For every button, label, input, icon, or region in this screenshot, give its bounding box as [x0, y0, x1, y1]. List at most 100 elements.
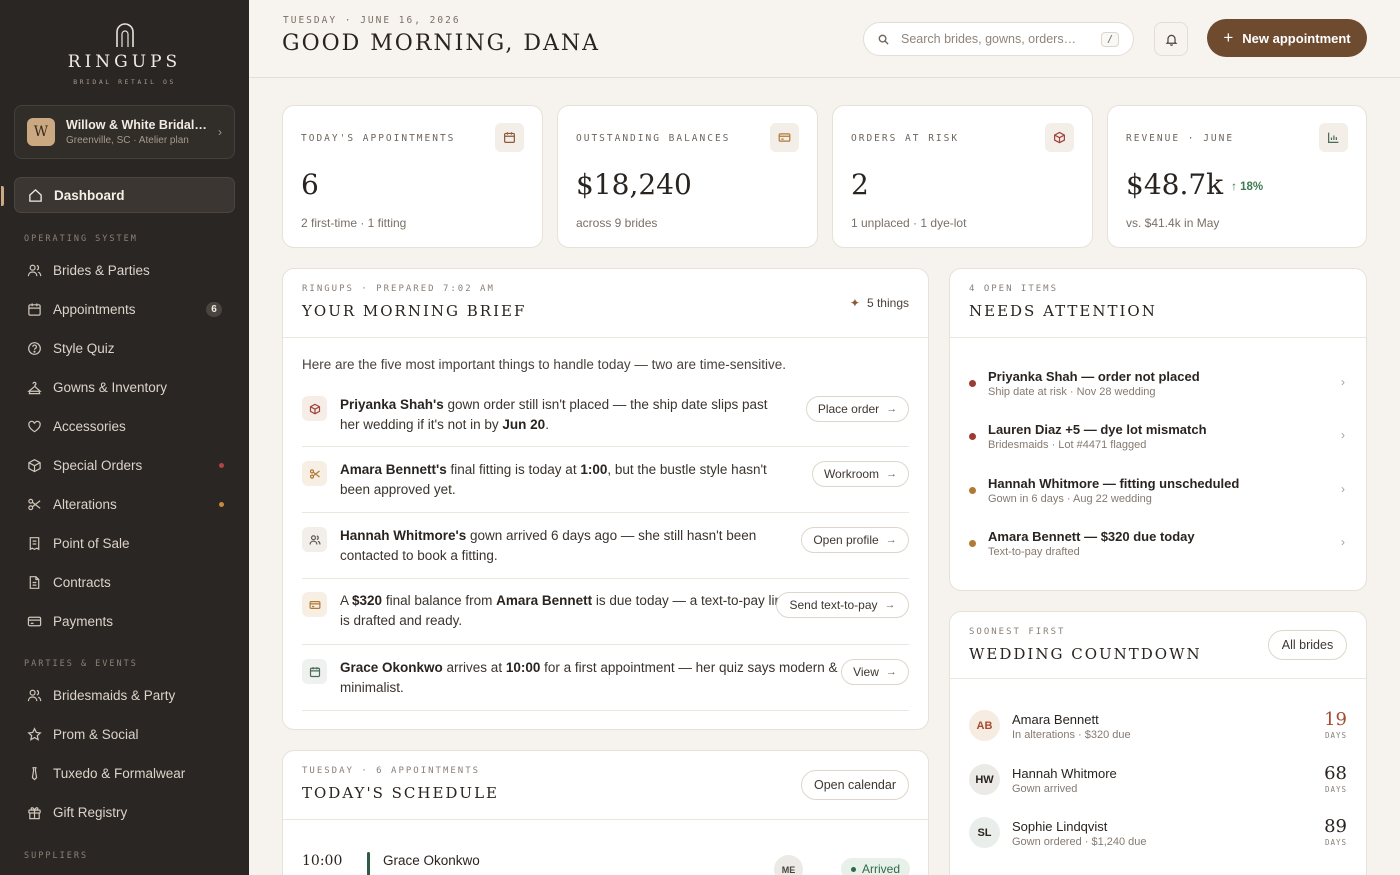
- stat-value: $18,240: [576, 168, 692, 201]
- appointments-count-badge: 6: [206, 302, 222, 317]
- star-icon: [26, 726, 42, 742]
- search-input[interactable]: Search brides, gowns, orders… /: [863, 22, 1134, 56]
- brief-item: Amara Bennett's final fitting is today a…: [302, 461, 909, 513]
- sidebar-item-label: Bridesmaids & Party: [53, 687, 176, 703]
- days-count: 89: [1324, 816, 1347, 837]
- calendar-icon: [302, 659, 327, 684]
- chart-icon: [1319, 123, 1348, 152]
- brief-item-text: Hannah Whitmore's gown arrived 6 days ag…: [340, 528, 757, 563]
- stat-label: REVENUE · JUNE: [1126, 133, 1235, 144]
- days-remaining: 68 DAYS: [1324, 764, 1347, 795]
- sidebar-item-label: Style Quiz: [53, 340, 115, 356]
- users-icon: [26, 687, 42, 703]
- sidebar-item-pos[interactable]: Point of Sale: [26, 529, 226, 557]
- stat-subtext: vs. $41.4k in May: [1126, 216, 1220, 230]
- brand-tagline: BRIDAL RETAIL OS: [73, 78, 176, 86]
- divider: [283, 337, 928, 338]
- box-icon: [26, 457, 42, 473]
- view-button[interactable]: View →: [841, 659, 909, 685]
- brief-item: Priyanka Shah's gown order still isn't p…: [302, 396, 909, 447]
- attention-item-title: Hannah Whitmore — fitting unscheduled: [988, 476, 1240, 491]
- sidebar-item-label: Tuxedo & Formalwear: [53, 765, 186, 781]
- place-order-button[interactable]: Place order →: [806, 396, 909, 422]
- nav-section-suppliers: SUPPLIERS: [24, 851, 89, 861]
- schedule-kicker: TUESDAY · 6 APPOINTMENTS: [302, 766, 481, 776]
- sidebar-item-bridesmaids[interactable]: Bridesmaids & Party: [26, 681, 226, 709]
- countdown-kicker: SOONEST FIRST: [969, 627, 1066, 637]
- sidebar-item-contracts[interactable]: Contracts: [26, 568, 226, 596]
- notifications-button[interactable]: [1154, 22, 1188, 56]
- sidebar-item-label: Accessories: [53, 418, 126, 434]
- search-shortcut-key: /: [1100, 31, 1119, 47]
- sidebar-item-style-quiz[interactable]: Style Quiz: [26, 334, 226, 362]
- attention-item[interactable]: Lauren Diaz +5 — dye lot mismatch Brides…: [969, 422, 1347, 462]
- attention-item[interactable]: Priyanka Shah — order not placed Ship da…: [969, 369, 1347, 409]
- stat-card-balances[interactable]: OUTSTANDING BALANCES $18,240 across 9 br…: [557, 105, 818, 248]
- bride-status: Gown arrived: [1012, 783, 1078, 795]
- button-label: Workroom: [823, 467, 880, 481]
- stat-card-appointments[interactable]: TODAY'S APPOINTMENTS 6 2 first-time · 1 …: [282, 105, 543, 248]
- severity-dot: [969, 487, 976, 494]
- sidebar-item-brides[interactable]: Brides & Parties: [26, 256, 226, 284]
- sidebar-item-accessories[interactable]: Accessories: [26, 412, 226, 440]
- stat-card-orders-at-risk[interactable]: ORDERS AT RISK 2 1 unplaced · 1 dye-lot: [832, 105, 1093, 248]
- avatar: AB: [969, 710, 1000, 741]
- chevron-right-icon: ›: [1341, 375, 1345, 389]
- sidebar-item-tuxedo[interactable]: Tuxedo & Formalwear: [26, 759, 226, 787]
- open-profile-button[interactable]: Open profile →: [801, 527, 909, 553]
- store-name: Willow & White Bridal…: [66, 118, 207, 132]
- attention-item-title: Priyanka Shah — order not placed: [988, 369, 1200, 384]
- scissors-icon: [302, 461, 327, 486]
- store-switcher[interactable]: W Willow & White Bridal… Greenville, SC …: [14, 105, 235, 159]
- stat-value: $48.7k ↑ 18%: [1126, 168, 1263, 201]
- send-text-to-pay-button[interactable]: Send text-to-pay →: [776, 592, 909, 618]
- attention-item[interactable]: Hannah Whitmore — fitting unscheduled Go…: [969, 476, 1347, 516]
- sidebar-item-appointments[interactable]: Appointments 6: [26, 295, 226, 323]
- stat-label: TODAY'S APPOINTMENTS: [301, 133, 456, 144]
- question-icon: [26, 340, 42, 356]
- workroom-button[interactable]: Workroom →: [812, 461, 909, 487]
- brief-count: ✦ 5 things: [850, 296, 909, 310]
- card-icon: [302, 592, 327, 617]
- sidebar-item-payments[interactable]: Payments: [26, 607, 226, 635]
- bride-name: Hannah Whitmore: [1012, 766, 1117, 781]
- countdown-item[interactable]: HW Hannah Whitmore Gown arrived 68 DAYS: [969, 764, 1347, 804]
- stat-subtext: across 9 brides: [576, 216, 658, 230]
- sidebar-item-gift-registry[interactable]: Gift Registry: [26, 798, 226, 826]
- attention-item-sub: Text-to-pay drafted: [988, 546, 1080, 558]
- nav-section-parties: PARTIES & EVENTS: [24, 659, 138, 669]
- appointment-client-name[interactable]: Grace Okonkwo: [383, 853, 480, 868]
- all-brides-button[interactable]: All brides: [1268, 630, 1347, 660]
- attention-item[interactable]: Amara Bennett — $320 due today Text-to-p…: [969, 529, 1347, 569]
- sidebar-item-prom[interactable]: Prom & Social: [26, 720, 226, 748]
- brief-count-label: 5 things: [866, 296, 909, 310]
- bell-icon: [1165, 34, 1177, 46]
- receipt-icon: [26, 535, 42, 551]
- brand-logo[interactable]: RINGUPS BRIDAL RETAIL OS: [0, 22, 249, 86]
- brief-item-text: A $320 final balance from Amara Bennett …: [340, 593, 789, 628]
- severity-dot: [969, 380, 976, 387]
- arrow-right-icon: →: [886, 403, 898, 415]
- top-header: TUESDAY · JUNE 16, 2026 GOOD MORNING, DA…: [249, 0, 1400, 78]
- status-badge: Arrived: [841, 858, 910, 875]
- button-label: Open profile: [813, 533, 879, 547]
- brief-intro: Here are the five most important things …: [302, 357, 786, 372]
- brief-item: Hannah Whitmore's gown arrived 6 days ag…: [302, 527, 909, 579]
- new-appointment-button[interactable]: + New appointment: [1207, 19, 1367, 57]
- stat-value: 2: [851, 168, 869, 201]
- open-calendar-button[interactable]: Open calendar: [801, 770, 909, 800]
- button-label: View: [853, 665, 879, 679]
- sidebar-item-dashboard[interactable]: Dashboard: [1, 177, 235, 213]
- chevron-right-icon: ›: [1341, 428, 1345, 442]
- stat-card-revenue[interactable]: REVENUE · JUNE $48.7k ↑ 18% vs. $41.4k in…: [1107, 105, 1367, 248]
- sidebar-item-gowns[interactable]: Gowns & Inventory: [26, 373, 226, 401]
- sidebar-item-special-orders[interactable]: Special Orders: [26, 451, 226, 479]
- sidebar-item-label: Payments: [53, 613, 114, 629]
- gift-icon: [26, 804, 42, 820]
- nav-section-operating: OPERATING SYSTEM: [24, 234, 138, 244]
- countdown-item[interactable]: AB Amara Bennett In alterations · $320 d…: [969, 710, 1347, 750]
- stat-value: 6: [301, 168, 319, 201]
- schedule-title: TODAY'S SCHEDULE: [302, 784, 499, 802]
- sidebar-item-alterations[interactable]: Alterations: [26, 490, 226, 518]
- countdown-item[interactable]: SL Sophie Lindqvist Gown ordered · $1,24…: [969, 817, 1347, 857]
